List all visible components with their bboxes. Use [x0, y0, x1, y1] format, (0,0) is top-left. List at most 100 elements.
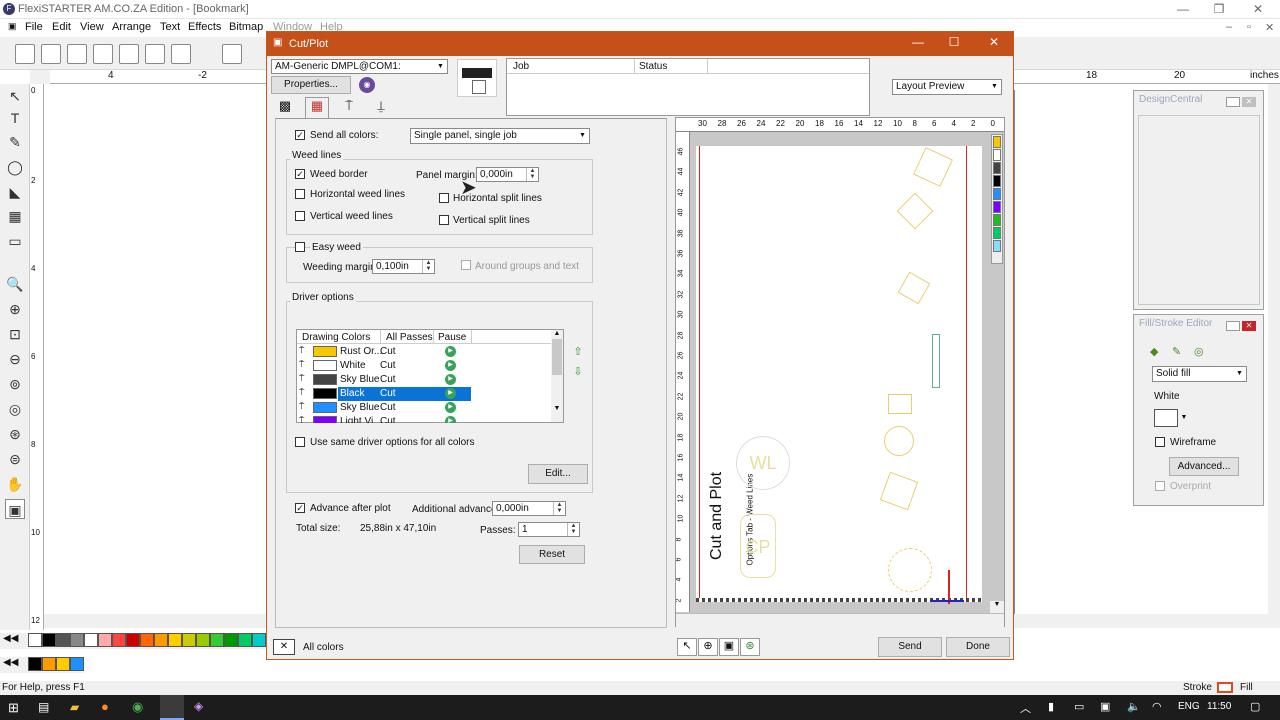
- preview-select-icon[interactable]: ↖: [677, 638, 697, 656]
- menu-text[interactable]: Text: [160, 21, 180, 33]
- properties-button[interactable]: Properties...: [271, 76, 351, 94]
- windows-start-icon[interactable]: ⊞: [8, 700, 19, 716]
- pointer-tool-icon[interactable]: ↖: [5, 86, 25, 106]
- all-passes-column-header[interactable]: All Passes: [386, 332, 433, 343]
- preview-palette-swatch[interactable]: [993, 201, 1001, 213]
- menu-view[interactable]: View: [80, 21, 104, 33]
- palette-swatch[interactable]: [238, 633, 252, 647]
- gradient-icon[interactable]: ◎: [1194, 345, 1204, 358]
- general-tab-icon[interactable]: ▩: [275, 98, 295, 117]
- palette-swatch[interactable]: [98, 633, 112, 647]
- cut-plot-icon[interactable]: [171, 44, 191, 64]
- table-row[interactable]: ⍑ Light Vi... Cut ▶: [297, 415, 551, 423]
- scissors-icon[interactable]: [222, 44, 242, 64]
- panel-close-icon[interactable]: ✕: [1242, 321, 1256, 331]
- easy-weed-checkbox[interactable]: [295, 242, 305, 252]
- panel-margin-input[interactable]: 0,000in ▲ ▼: [476, 167, 539, 182]
- horizontal-weed-checkbox[interactable]: [295, 189, 305, 199]
- pan-tool-icon[interactable]: ✋: [5, 474, 25, 494]
- production-manager-icon[interactable]: ◉: [359, 77, 375, 93]
- clock[interactable]: 11:50: [1207, 701, 1231, 712]
- pause-icon[interactable]: ▶: [445, 416, 456, 423]
- measure-tool-icon[interactable]: ▭: [5, 231, 25, 251]
- palette-swatch[interactable]: [56, 633, 70, 647]
- edit-button[interactable]: Edit...: [528, 464, 588, 484]
- zoom-previous-icon[interactable]: ◎: [5, 399, 25, 419]
- spinner-arrows-icon[interactable]: ▲ ▼: [567, 523, 579, 536]
- pause-icon[interactable]: ▶: [445, 360, 456, 371]
- layout-preview[interactable]: 30 28 26 24 22 20 18 16 14 12 10 8 6 4 2 0 46 44 42 40 38 36…: [675, 117, 1005, 627]
- text-tool-icon[interactable]: T: [5, 108, 25, 128]
- preview-scroll-down-icon[interactable]: ▼: [990, 601, 1004, 613]
- fill-tool-icon[interactable]: ▦: [5, 206, 25, 226]
- additional-advance-input[interactable]: 0,000in ▲ ▼: [492, 501, 566, 516]
- preview-palette-swatch[interactable]: [993, 149, 1001, 161]
- advanced-tab-icon[interactable]: ⍊: [371, 98, 391, 117]
- palette-swatch[interactable]: [42, 657, 56, 671]
- preview-zoom-icon[interactable]: ⊕: [698, 638, 718, 656]
- dialog-minimize-icon[interactable]: —: [903, 35, 933, 49]
- palette-swatch[interactable]: [28, 633, 42, 647]
- palette-nav-icon[interactable]: ◀◀: [0, 657, 28, 673]
- print-icon[interactable]: [145, 44, 165, 64]
- palette-swatch[interactable]: [224, 633, 238, 647]
- shape-tool-icon[interactable]: ✎: [5, 132, 25, 152]
- notifications-icon[interactable]: ▢: [1250, 700, 1260, 713]
- spinner-arrows-icon[interactable]: ▲ ▼: [526, 168, 538, 181]
- table-row[interactable]: ⍑ Sky Blue Cut ▶: [297, 373, 551, 387]
- fill-color-swatch[interactable]: [1154, 409, 1178, 427]
- dialog-maximize-icon[interactable]: ☐: [939, 35, 969, 49]
- pause-column-header[interactable]: Pause: [438, 332, 466, 343]
- vertical-weed-checkbox[interactable]: [295, 211, 305, 221]
- preview-fit-icon[interactable]: ▣: [719, 638, 739, 656]
- drawing-colors-column-header[interactable]: Drawing Colors: [302, 332, 370, 343]
- dialog-close-icon[interactable]: ✕: [979, 35, 1009, 49]
- close-icon[interactable]: ✕: [1238, 0, 1278, 19]
- chrome-icon[interactable]: ◉: [132, 699, 143, 715]
- pause-icon[interactable]: ▶: [445, 402, 456, 413]
- zoom-all-icon[interactable]: ⊛: [5, 424, 25, 444]
- palette-swatch[interactable]: [154, 633, 168, 647]
- vertical-scrollbar[interactable]: [1268, 84, 1280, 614]
- menu-arrange[interactable]: Arrange: [112, 21, 151, 33]
- node-tool-icon[interactable]: ◣: [5, 182, 25, 202]
- view-select[interactable]: Layout Preview ▼: [892, 79, 1002, 95]
- advanced-button[interactable]: Advanced...: [1169, 457, 1239, 476]
- move-up-icon[interactable]: ⇧: [570, 345, 586, 361]
- stroke-swatch[interactable]: [1217, 682, 1233, 693]
- job-column-header[interactable]: Job: [513, 61, 529, 72]
- table-row[interactable]: ⍑ White Cut ▶: [297, 359, 551, 373]
- doc-minimize-icon[interactable]: –: [1226, 21, 1232, 33]
- menu-file[interactable]: File: [25, 21, 43, 33]
- firefox-icon[interactable]: ●: [101, 699, 109, 714]
- menu-bitmap[interactable]: Bitmap: [229, 21, 263, 33]
- file-explorer-icon[interactable]: ▰: [70, 700, 79, 714]
- maximize-icon[interactable]: ❐: [1199, 0, 1239, 19]
- doc-close-icon[interactable]: ✕: [1265, 21, 1274, 34]
- volume-icon[interactable]: 🔈: [1127, 700, 1141, 713]
- same-driver-checkbox[interactable]: [295, 437, 305, 447]
- palette-swatch[interactable]: [28, 657, 42, 671]
- advance-after-plot-checkbox[interactable]: ✓: [295, 503, 305, 513]
- panel-tab-icon[interactable]: ⍑: [339, 98, 359, 117]
- chevron-down-icon[interactable]: ▼: [1178, 409, 1190, 427]
- overprint-checkbox[interactable]: [1155, 481, 1165, 491]
- panel-close-icon[interactable]: ✕: [1242, 97, 1256, 107]
- flexi-task-icon[interactable]: [160, 695, 184, 720]
- job-list[interactable]: Job Status: [506, 58, 870, 116]
- spinner-arrows-icon[interactable]: ▲ ▼: [553, 502, 565, 515]
- table-row[interactable]: ⍑ Rust Or... Cut ▶: [297, 345, 551, 359]
- palette-swatch[interactable]: [56, 657, 70, 671]
- palette-swatch[interactable]: [70, 633, 84, 647]
- save-icon[interactable]: [67, 44, 87, 64]
- zoom-tool-icon[interactable]: 🔍: [5, 274, 25, 294]
- usb-icon[interactable]: ▮: [1048, 700, 1054, 713]
- palette-swatch[interactable]: [70, 657, 84, 671]
- ellipse-tool-icon[interactable]: ◯: [5, 157, 25, 177]
- doc-restore-icon[interactable]: ▫: [1247, 21, 1251, 33]
- send-all-colors-checkbox[interactable]: ✓: [295, 130, 305, 140]
- preview-palette-swatch[interactable]: [993, 240, 1001, 252]
- weed-border-checkbox[interactable]: ✓: [295, 169, 305, 179]
- minimize-icon[interactable]: —: [1163, 0, 1203, 19]
- open-icon[interactable]: [41, 44, 61, 64]
